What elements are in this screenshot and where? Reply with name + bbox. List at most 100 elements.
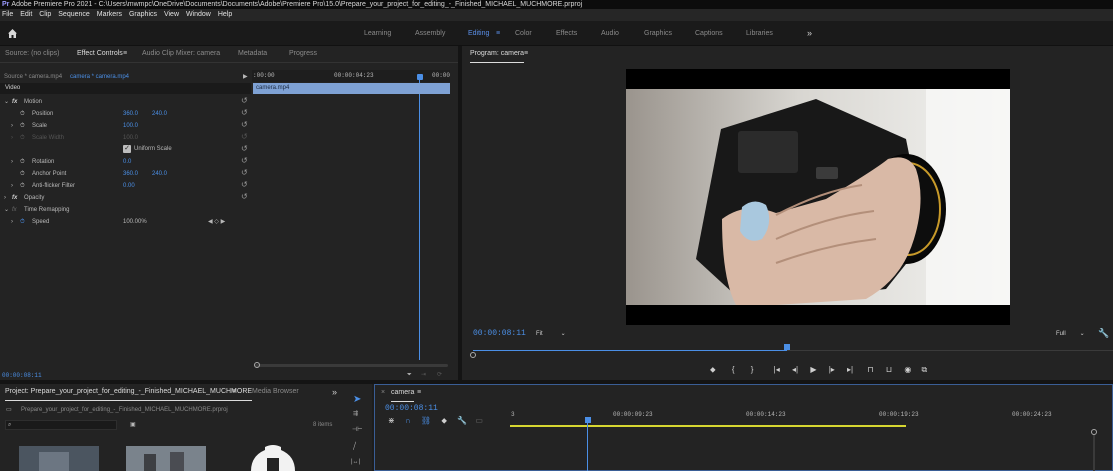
mark-out-icon[interactable]: } [751,365,754,374]
antiflicker-expand-icon[interactable]: › [11,180,13,192]
wrench-icon[interactable]: 🔧 [1098,327,1109,339]
quality-dropdown[interactable]: Full ⌄ [1056,328,1085,340]
uniform-scale-checkbox[interactable]: ✓ [123,145,131,153]
position-y-value[interactable]: 240.0 [152,108,167,120]
nest-icon[interactable]: ⋇ [388,416,395,425]
timeline-playhead-handle[interactable] [585,417,591,423]
opacity-fx-badge[interactable]: fx [12,192,17,204]
timeline-settings-icon[interactable]: 🔧 [457,416,467,425]
selection-tool-icon[interactable]: ➤ [353,394,361,406]
scale-reset-icon[interactable]: ↺ [241,119,248,131]
play-icon[interactable]: ▶ [810,365,816,374]
workspace-graphics[interactable]: Graphics [644,21,672,46]
program-zoom-handle[interactable] [470,352,476,358]
motion-fx-badge[interactable]: fx [12,96,17,108]
timeline-menu-icon[interactable]: ≡ [417,385,421,401]
program-playhead[interactable] [783,344,790,350]
razor-tool-icon[interactable]: ⧸ [353,440,356,452]
anchor-y-value[interactable]: 240.0 [152,168,167,180]
opacity-expand-icon[interactable]: › [4,192,6,204]
menu-file[interactable]: File [2,11,13,18]
uniform-scale-reset-icon[interactable]: ↺ [241,143,248,155]
position-reset-icon[interactable]: ↺ [241,107,248,119]
slip-tool-icon[interactable]: |↔| [351,456,360,468]
effect-playhead-handle[interactable] [417,74,423,80]
tab-project[interactable]: Project: Prepare_your_project_for_editin… [5,384,253,401]
program-title[interactable]: Program: camera [470,46,525,63]
home-icon[interactable] [7,28,18,39]
timeline-name[interactable]: camera [391,385,415,402]
antiflicker-reset-icon[interactable]: ↺ [241,179,248,191]
linked-selection-icon[interactable]: ⛓ [421,416,431,425]
scale-expand-icon[interactable]: › [11,120,13,132]
work-area-bar[interactable] [510,425,906,427]
export-frame-icon[interactable]: ◉ [904,365,911,374]
program-menu-icon[interactable]: ≡ [524,46,528,62]
anchor-stopwatch-icon[interactable]: ⏱ [20,168,25,180]
position-x-value[interactable]: 360.0 [123,108,138,120]
tab-metadata[interactable]: Metadata [238,46,267,62]
project-thumbnail-1[interactable] [19,446,99,471]
source-clip-label[interactable]: Source * camera.mp4 [4,71,62,83]
track-select-tool-icon[interactable]: ⇶ [353,408,358,420]
timeline-close-icon[interactable]: × [381,385,385,401]
add-marker-icon[interactable]: ⬥ [710,365,716,374]
step-forward-icon[interactable]: |▸ [829,365,835,374]
anchor-reset-icon[interactable]: ↺ [241,167,248,179]
new-bin-icon[interactable]: ▣ [130,419,136,431]
fit-dropdown[interactable]: Fit ⌄ [536,328,566,340]
clip-bar[interactable]: camera.mp4 [253,83,450,94]
project-menu-icon[interactable]: ≡ [232,384,236,400]
project-thumbnail-3-sequence-icon[interactable] [245,444,301,471]
compare-view-icon[interactable]: ⧉ [922,365,928,374]
project-more-icon[interactable]: » [332,384,337,400]
menu-help[interactable]: Help [218,11,232,18]
ripple-edit-tool-icon[interactable]: ⊣⊢ [352,424,362,436]
sequence-clip-label[interactable]: camera * camera.mp4 [70,71,129,83]
lift-icon[interactable]: ⊓ [867,365,873,374]
workspace-captions[interactable]: Captions [695,21,723,46]
project-search-input[interactable] [5,420,117,430]
tab-media-browser[interactable]: Media Browser [252,384,299,400]
rotation-expand-icon[interactable]: › [11,156,13,168]
time-remap-expand-icon[interactable]: ⌄ [4,204,9,216]
workspace-libraries[interactable]: Libraries [746,21,773,46]
menu-graphics[interactable]: Graphics [129,11,157,18]
workspace-menu-icon[interactable]: ≡ [496,21,500,46]
rotation-stopwatch-icon[interactable]: ⏱ [20,156,25,168]
go-to-out-icon[interactable]: ▸| [847,365,853,374]
step-back-icon[interactable]: ◂| [792,365,798,374]
scrollbar-handle-left[interactable] [254,362,260,368]
menu-clip[interactable]: Clip [39,11,51,18]
speed-expand-icon[interactable]: › [11,216,13,228]
antiflicker-stopwatch-icon[interactable]: ⏱ [20,180,25,192]
workspace-editing[interactable]: Editing [468,21,489,46]
effect-timeline-scrollbar[interactable] [255,364,448,367]
menu-markers[interactable]: Markers [97,11,122,18]
rotation-reset-icon[interactable]: ↺ [241,155,248,167]
workspace-effects[interactable]: Effects [556,21,577,46]
motion-reset-icon[interactable]: ↺ [241,95,248,107]
opacity-reset-icon[interactable]: ↺ [241,191,248,203]
menu-edit[interactable]: Edit [20,11,32,18]
effect-controls-menu-icon[interactable]: ≡ [123,46,127,62]
menu-view[interactable]: View [164,11,179,18]
workspace-audio[interactable]: Audio [601,21,619,46]
menu-window[interactable]: Window [186,11,211,18]
workspace-more-icon[interactable]: » [807,21,812,46]
workspace-learning[interactable]: Learning [364,21,391,46]
timeline-timecode[interactable]: 00:00:08:11 [385,403,438,415]
position-stopwatch-icon[interactable]: ⏱ [20,108,25,120]
mark-in-icon[interactable]: { [732,365,735,374]
scale-value[interactable]: 100.0 [123,120,138,132]
program-timecode[interactable]: 00:00:08:11 [473,328,526,340]
menu-sequence[interactable]: Sequence [58,11,90,18]
captions-icon[interactable]: ▭ [475,416,483,425]
timeline-marker-icon[interactable]: ⬥ [441,416,447,425]
keyframe-nav-icon[interactable]: ◀ ◇ ▶ [208,216,225,228]
tab-source[interactable]: Source: (no clips) [5,46,59,62]
workspace-color[interactable]: Color [515,21,532,46]
project-thumbnail-2[interactable] [126,446,206,471]
go-to-in-icon[interactable]: |◂ [774,365,780,374]
tab-effect-controls[interactable]: Effect Controls [77,46,123,63]
